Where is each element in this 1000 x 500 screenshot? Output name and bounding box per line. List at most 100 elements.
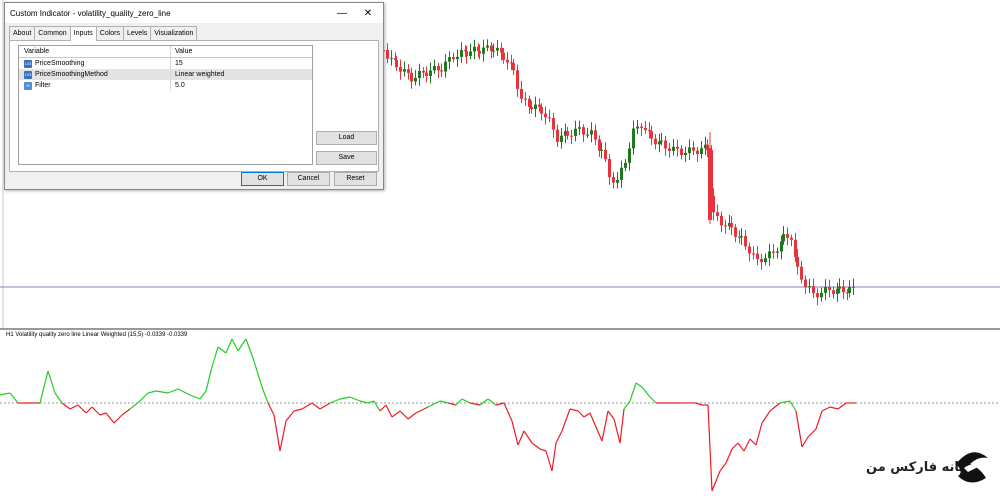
- indicator-segment: [167, 388, 179, 394]
- candle-body: [712, 195, 715, 213]
- candle-body: [752, 253, 755, 255]
- indicator-segment: [711, 470, 721, 492]
- candle-body: [486, 45, 489, 48]
- indicator-segment: [69, 404, 79, 410]
- candle-body: [764, 258, 767, 263]
- indicator-segment: [479, 398, 489, 406]
- candle-body: [534, 104, 537, 110]
- candle-body: [660, 140, 663, 142]
- indicator-segment: [635, 382, 643, 388]
- tab-levels[interactable]: Levels: [123, 26, 152, 40]
- indicator-segment: [455, 398, 463, 406]
- indicator-segment: [569, 408, 579, 412]
- indicator-segment: [189, 394, 201, 400]
- candle-body: [530, 107, 533, 110]
- indicator-segment: [629, 382, 637, 402]
- tab-common[interactable]: Common: [34, 26, 71, 40]
- cancel-button[interactable]: Cancel: [287, 172, 330, 186]
- save-button[interactable]: Save: [316, 151, 377, 165]
- tab-about[interactable]: About: [9, 26, 36, 40]
- indicator-segment: [427, 400, 441, 408]
- candle-body: [620, 167, 623, 180]
- candle-body: [684, 153, 687, 156]
- candle-body: [496, 47, 499, 51]
- candle-body: [688, 147, 691, 154]
- table-row[interactable]: 123 PriceSmoothing 15: [19, 58, 312, 69]
- indicator-segment: [561, 408, 571, 432]
- indicator-segment: [469, 402, 481, 406]
- indicator-segment: [279, 420, 287, 452]
- candle-body: [748, 246, 751, 254]
- indicator-segment: [487, 398, 497, 406]
- candle-body: [756, 253, 759, 260]
- candle-body: [594, 130, 597, 140]
- candle-body: [672, 146, 675, 151]
- pane-divider[interactable]: [0, 328, 1000, 330]
- candle-body: [410, 72, 413, 82]
- tab-visualization[interactable]: Visualization: [150, 26, 198, 40]
- variable-value[interactable]: 5.0: [171, 80, 185, 91]
- indicator-segment: [139, 392, 149, 402]
- candle-body: [838, 286, 841, 289]
- minimize-button[interactable]: —: [329, 3, 355, 23]
- indicator-segment: [54, 392, 63, 404]
- candle-body: [612, 177, 615, 183]
- indicator-segment: [523, 430, 533, 444]
- indicator-segment: [253, 360, 263, 388]
- candle-body: [437, 65, 440, 71]
- indicator-segment: [595, 426, 603, 442]
- load-button[interactable]: Load: [316, 131, 377, 145]
- candle-body: [506, 59, 509, 63]
- candle-body: [425, 72, 428, 76]
- indicator-segment: [99, 412, 107, 416]
- header-value[interactable]: Value: [171, 46, 192, 57]
- variable-value[interactable]: 15: [171, 58, 183, 69]
- candle-body: [664, 140, 667, 149]
- table-row[interactable]: 123 PriceSmoothingMethod Linear weighted: [19, 69, 312, 80]
- variable-value[interactable]: Linear weighted: [171, 69, 224, 80]
- candle-body: [852, 286, 855, 288]
- indicator-segment: [105, 412, 115, 424]
- indicator-segment: [339, 396, 351, 400]
- header-variable[interactable]: Variable: [19, 46, 171, 57]
- candle-body: [390, 58, 393, 60]
- close-button[interactable]: ✕: [355, 3, 381, 23]
- table-row[interactable]: ½ Filter 5.0: [19, 80, 312, 91]
- indicator-segment: [385, 404, 393, 418]
- ok-button[interactable]: OK: [241, 172, 284, 186]
- row-variable-cell: 123 PriceSmoothingMethod: [19, 69, 171, 80]
- candle-body: [724, 225, 727, 227]
- tab-inputs[interactable]: Inputs: [69, 26, 97, 41]
- dialog-titlebar[interactable]: Custom Indicator - volatility_quality_ze…: [5, 3, 383, 23]
- candle-body: [808, 286, 811, 288]
- candle-body: [512, 63, 515, 71]
- indicator-segment: [319, 402, 331, 410]
- candle-body: [716, 212, 719, 216]
- candle-body: [700, 148, 703, 154]
- reset-button[interactable]: Reset: [334, 172, 377, 186]
- tab-colors[interactable]: Colors: [95, 26, 125, 40]
- candle-body: [600, 149, 603, 151]
- indicator-segment: [737, 442, 745, 452]
- candle-body: [800, 266, 803, 280]
- indicator-label: H1 Volatility quality zero line Linear W…: [6, 332, 188, 338]
- indicator-segment: [769, 402, 781, 412]
- indicator-segment: [237, 338, 247, 352]
- indicator-segment: [641, 386, 651, 398]
- candle-body: [570, 135, 573, 137]
- row-variable-cell: ½ Filter: [19, 80, 171, 91]
- indicator-segment: [399, 410, 409, 420]
- candle-body: [780, 241, 783, 252]
- indicator-segment: [461, 398, 471, 404]
- indicator-chart[interactable]: [0, 331, 1000, 499]
- indicator-segment: [379, 404, 387, 412]
- indicator-segment: [155, 390, 169, 394]
- indicator-segment: [113, 414, 123, 424]
- indicator-segment: [607, 410, 615, 420]
- candle-body: [760, 259, 763, 263]
- indicator-segment: [623, 400, 631, 410]
- indicator-segment: [245, 338, 255, 362]
- candle-body: [452, 57, 455, 60]
- candle-body: [469, 51, 472, 56]
- site-logo-icon: [956, 452, 988, 483]
